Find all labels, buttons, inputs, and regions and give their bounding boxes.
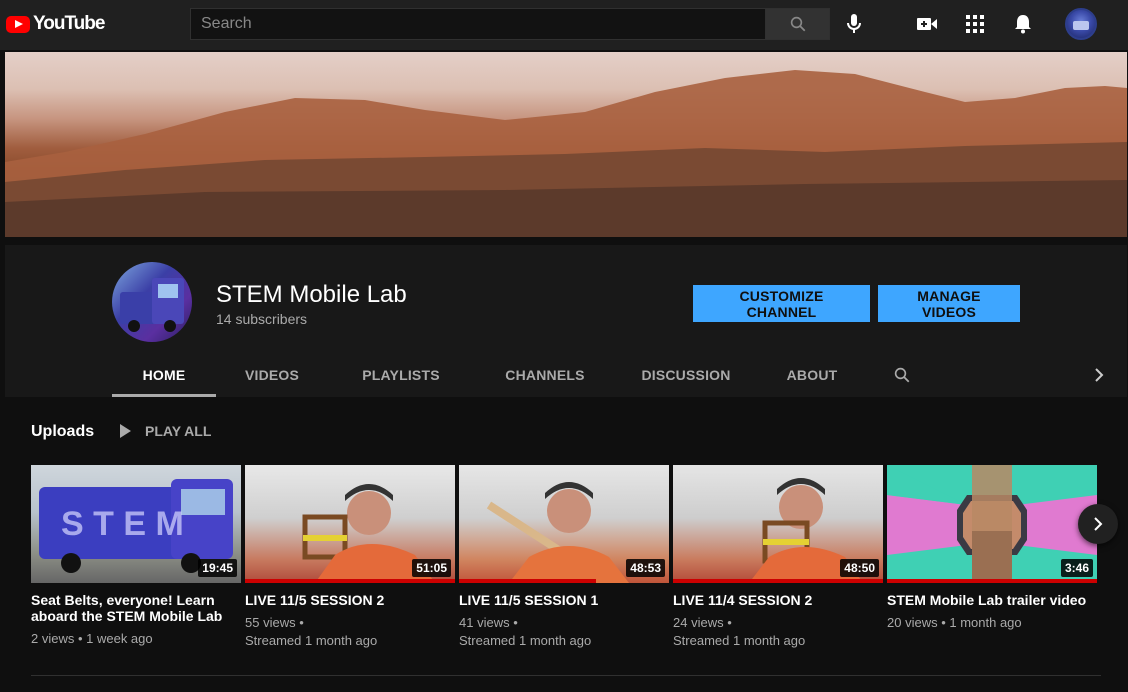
top-bar: YouTube	[0, 0, 1128, 50]
channel-banner	[5, 52, 1127, 237]
tab-channels[interactable]: CHANNELS	[478, 353, 612, 397]
youtube-play-icon	[6, 15, 30, 33]
watch-progress-bar	[887, 579, 1097, 583]
video-duration: 48:53	[626, 559, 665, 577]
video-card[interactable]: 3:46 STEM Mobile Lab trailer video 20 vi…	[887, 465, 1097, 632]
video-age: Streamed 1 month ago	[459, 633, 592, 648]
video-title[interactable]: LIVE 11/5 SESSION 1	[459, 592, 669, 608]
video-thumbnail[interactable]: 48:53	[459, 465, 669, 583]
customize-channel-button[interactable]: CUSTOMIZE CHANNEL	[693, 285, 870, 322]
create-video-icon	[917, 18, 937, 30]
video-card[interactable]: 51:05 LIVE 11/5 SESSION 2 55 views • Str…	[245, 465, 455, 650]
channel-content: Uploads PLAY ALL S T E M 19:45 Seat Belt…	[5, 397, 1127, 692]
video-title[interactable]: LIVE 11/4 SESSION 2	[673, 592, 883, 608]
video-meta: 24 views • Streamed 1 month ago	[673, 614, 883, 650]
youtube-logo[interactable]: YouTube	[6, 13, 105, 35]
video-title[interactable]: STEM Mobile Lab trailer video	[887, 592, 1097, 608]
play-icon	[120, 424, 131, 438]
video-thumbnail[interactable]: S T E M 19:45	[31, 465, 241, 583]
video-views: 24 views •	[673, 615, 732, 630]
video-duration: 3:46	[1060, 559, 1093, 577]
search-icon	[790, 16, 805, 32]
channel-avatar[interactable]	[112, 262, 192, 342]
manage-videos-button[interactable]: MANAGE VIDEOS	[878, 285, 1020, 322]
subscriber-count: 14 subscribers	[216, 311, 308, 327]
video-thumbnail[interactable]: 48:50	[673, 465, 883, 583]
tab-home[interactable]: HOME	[112, 353, 216, 397]
shelf-next-button[interactable]	[1078, 504, 1118, 544]
play-all-label: PLAY ALL	[145, 423, 212, 439]
search-button[interactable]	[766, 8, 830, 40]
watch-progress-bar	[245, 579, 455, 583]
microphone-icon	[847, 14, 861, 33]
chevron-right-icon	[1095, 368, 1104, 382]
notifications-button[interactable]	[1009, 10, 1037, 38]
video-thumbnail[interactable]: 3:46	[887, 465, 1097, 583]
video-age: Streamed 1 month ago	[673, 633, 806, 648]
channel-header: STEM Mobile Lab 14 subscribers CUSTOMIZE…	[5, 245, 1127, 397]
video-card[interactable]: 48:50 LIVE 11/4 SESSION 2 24 views • Str…	[673, 465, 883, 650]
video-views: 41 views •	[459, 615, 518, 630]
notifications-bell-icon	[1015, 15, 1031, 34]
apps-button[interactable]	[961, 10, 989, 38]
video-meta: 41 views • Streamed 1 month ago	[459, 614, 669, 650]
chevron-right-icon	[1094, 517, 1103, 531]
apps-grid-icon	[966, 15, 984, 33]
tab-videos[interactable]: VIDEOS	[216, 353, 328, 397]
uploads-heading[interactable]: Uploads	[31, 423, 94, 441]
video-duration: 19:45	[198, 559, 237, 577]
video-card[interactable]: 48:53 LIVE 11/5 SESSION 1 41 views • Str…	[459, 465, 669, 650]
video-meta: 2 views • 1 week ago	[31, 631, 153, 646]
watch-progress-bar	[673, 579, 883, 583]
voice-search-button[interactable]	[840, 10, 868, 38]
watch-progress-bar	[459, 579, 596, 583]
search-bar	[190, 8, 830, 40]
video-duration: 48:50	[840, 559, 879, 577]
section-divider	[31, 675, 1101, 676]
logo-text: YouTube	[33, 13, 105, 34]
video-duration: 51:05	[412, 559, 451, 577]
video-thumbnail[interactable]: 51:05	[245, 465, 455, 583]
tab-discussion[interactable]: DISCUSSION	[620, 353, 752, 397]
channel-search-button[interactable]	[882, 353, 922, 397]
account-avatar[interactable]	[1065, 8, 1097, 40]
video-meta: 20 views • 1 month ago	[887, 615, 1022, 630]
channel-name: STEM Mobile Lab	[216, 281, 407, 308]
tabs-next-button[interactable]	[1087, 353, 1111, 397]
video-title[interactable]: Seat Belts, everyone! Learn aboard the S…	[31, 592, 241, 624]
create-button[interactable]	[913, 10, 941, 38]
video-age: Streamed 1 month ago	[245, 633, 378, 648]
video-card[interactable]: S T E M 19:45 Seat Belts, everyone! Lear…	[31, 465, 241, 648]
search-input[interactable]	[190, 8, 766, 40]
video-title[interactable]: LIVE 11/5 SESSION 2	[245, 592, 455, 608]
search-icon	[894, 367, 910, 383]
play-all-button[interactable]: PLAY ALL	[120, 421, 211, 441]
svg-text:S T E M: S T E M	[61, 505, 184, 543]
tab-about[interactable]: ABOUT	[762, 353, 862, 397]
video-views: 55 views •	[245, 615, 304, 630]
video-meta: 55 views • Streamed 1 month ago	[245, 614, 455, 650]
tab-playlists[interactable]: PLAYLISTS	[336, 353, 466, 397]
